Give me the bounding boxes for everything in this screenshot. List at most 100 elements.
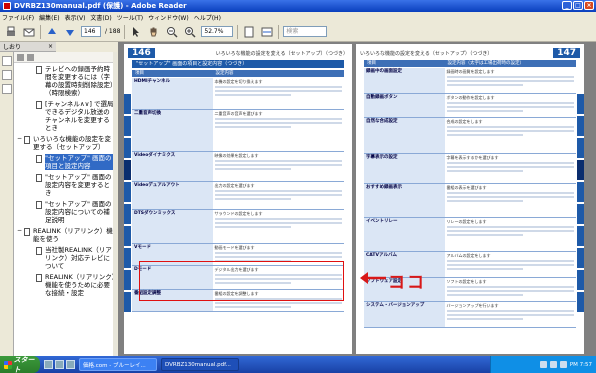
zoom-level-input[interactable]: 52.7% (201, 26, 234, 37)
system-tray: PM 7:57 (490, 356, 596, 373)
expand-toggle-icon[interactable]: − (17, 227, 23, 235)
hand-tool-button[interactable] (147, 25, 161, 39)
row-desc-cell: ソフトの設定をします (445, 278, 576, 301)
taskbar-item-reader[interactable]: DVRBZ130manual.pdf... (161, 358, 239, 371)
row-title: おすすめ録画表示 (366, 185, 402, 190)
table-row: Videoデュアルアウト 出力の設定を選びます (132, 182, 344, 210)
bookmark-page-icon (24, 228, 30, 236)
text-line (446, 260, 574, 262)
zoom-in-icon (185, 26, 196, 38)
row-desc: 字幕を表示するかを選びます (446, 155, 499, 160)
print-button[interactable] (4, 25, 18, 39)
email-button[interactable] (22, 25, 36, 39)
attachments-panel-icon[interactable] (2, 84, 12, 94)
select-tool-button[interactable] (129, 25, 143, 39)
table-header: 項目 設定内容 (132, 70, 344, 77)
row-desc: サラウンドの設定をします (214, 211, 263, 216)
menu-document[interactable]: 文書(D) (90, 13, 111, 22)
bookmark-item[interactable]: "セットアップ" 画面の項目と設定内容 (17, 154, 116, 170)
menu-help[interactable]: ヘルプ(H) (194, 13, 221, 22)
bookmark-item[interactable]: テレビへの録画予約時間を変更するには（字幕の設置時刻削除設定）（時限検索） (17, 65, 116, 97)
document-viewer[interactable]: 146 いろいろな機能の設定を変える（セットアップ）（つづき） "セットアップ"… (118, 42, 596, 356)
row-desc: 録画時の画質を設定します (446, 69, 495, 74)
bookmarks-scrollbar[interactable] (113, 52, 117, 356)
table-row: DTSダウンミックス サラウンドの設定をします (132, 210, 344, 244)
menu-file[interactable]: ファイル(F) (2, 13, 34, 22)
fit-width-button[interactable] (260, 25, 274, 39)
taskbar-item-browser[interactable]: 価格.com - ブルーレイ... (79, 358, 157, 371)
bookmark-item[interactable]: [チャンネル∧∨] で選局できるデジタル放送のチャンネルを変更するとき (17, 100, 116, 132)
navigation-strip (0, 52, 14, 356)
text-line (214, 90, 342, 92)
row-title: 自動録画ボタン (366, 95, 398, 100)
text-line (214, 252, 342, 254)
bookmark-page-icon (36, 101, 42, 109)
bookmark-page-icon (24, 136, 30, 144)
bookmark-item[interactable]: "セットアップ" 画面の設定内容を変更するとき (17, 173, 116, 197)
security-icon[interactable] (559, 361, 567, 368)
zoom-out-button[interactable] (165, 25, 179, 39)
text-line (446, 294, 524, 296)
row-item-cell: Videoデュアルアウト (132, 182, 213, 209)
bookmark-item[interactable]: REALINK（リアリンク）機能を使うために必要な接続・設定 (17, 273, 116, 297)
prev-page-button[interactable] (45, 25, 59, 39)
bookmark-item[interactable]: − REALINK（リアリンク）機能を使う (17, 227, 116, 243)
bookmark-page-icon (36, 155, 42, 163)
row-item-cell: 二重音声切換 (132, 110, 213, 151)
next-page-button[interactable] (63, 25, 77, 39)
media-icon[interactable] (66, 360, 75, 369)
text-line (446, 290, 574, 292)
row-title: 字幕表示の設定 (366, 155, 398, 160)
options-icon[interactable] (17, 53, 24, 61)
section-title: "セットアップ" 画面の項目と設定内容（つづき） (132, 60, 344, 68)
table-row: 二重音声切換 二重音声の音声を選びます (132, 110, 344, 152)
network-icon[interactable] (539, 361, 547, 368)
ie-icon[interactable] (44, 360, 53, 369)
close-panel-icon[interactable]: × (48, 43, 53, 50)
bookmark-item[interactable]: "セットアップ" 画面の設定内容についての補足説明 (17, 200, 116, 224)
bookmarks-panel-icon[interactable] (2, 70, 12, 80)
table-row: 字幕表示の設定 字幕を表示するかを選びます (364, 154, 576, 184)
row-desc: 番組の表示を選びます (446, 185, 487, 190)
bookmark-label: REALINK（リアリンク）機能を使う (33, 227, 113, 243)
page-number: 146 (128, 48, 155, 58)
menu-window[interactable]: ウィンドウ(W) (148, 13, 189, 22)
row-title: 自然な合成設定 (366, 119, 398, 124)
minimize-button[interactable]: _ (562, 1, 572, 10)
zoom-in-button[interactable] (183, 25, 197, 39)
toolbar: 146 / 188 52.7% 検索 (0, 22, 596, 42)
arrow-up-icon (48, 27, 56, 34)
fit-page-button[interactable] (242, 25, 256, 39)
text-line (446, 314, 574, 316)
bookmarks-panel: テレビへの録画予約時間を変更するには（字幕の設置時刻削除設定）（時限検索） [チャ… (14, 52, 117, 356)
bookmark-item[interactable]: − いろいろな機能の設定を変更する（セットアップ） (17, 135, 116, 151)
close-button[interactable]: × (584, 1, 594, 10)
col-header-item: 項目 (367, 61, 376, 66)
expand-toggle-icon[interactable]: − (17, 135, 23, 143)
volume-icon[interactable] (549, 361, 557, 368)
col-header-item: 項目 (135, 71, 144, 76)
row-desc: リレーの設定をします (446, 219, 487, 224)
fit-width-icon (261, 27, 273, 36)
text-line (214, 168, 292, 170)
menu-view[interactable]: 表示(V) (65, 13, 86, 22)
page-number-input[interactable]: 146 (81, 26, 101, 37)
delete-bookmark-icon[interactable] (27, 53, 34, 61)
pages-panel-icon[interactable] (2, 56, 12, 66)
search-input[interactable]: 検索 (283, 26, 328, 37)
row-title: CATVアルバム (366, 253, 397, 258)
window-title: DVRBZ130manual.pdf (保護) - Adobe Reader (14, 2, 187, 10)
row-desc: アルバムの設定をします (446, 253, 491, 258)
menu-edit[interactable]: 編集(E) (39, 13, 59, 22)
start-button[interactable]: スタート (0, 356, 40, 373)
table-header: 項目 設定内容（太字は工場出荷時の設定） (364, 60, 576, 67)
bookmark-label: 当社製REALINK（リアリンク）対応テレビについて (45, 246, 112, 270)
maximize-button[interactable]: □ (573, 1, 583, 10)
bookmark-item[interactable]: 当社製REALINK（リアリンク）対応テレビについて (17, 246, 116, 270)
toolbar-separator (40, 24, 41, 39)
menu-tools[interactable]: ツール(T) (117, 13, 143, 22)
text-line (214, 218, 342, 220)
text-line (214, 164, 342, 166)
text-line (446, 110, 524, 112)
desktop-icon[interactable] (55, 360, 64, 369)
